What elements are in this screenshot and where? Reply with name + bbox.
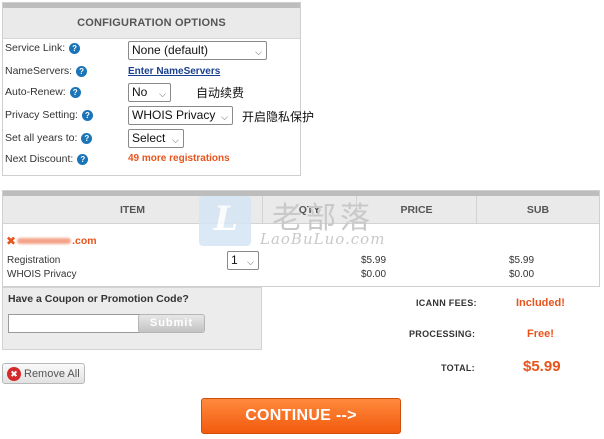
discount-label: Next Discount: xyxy=(5,153,74,165)
privacy-value: WHOIS Privacy xyxy=(132,108,216,122)
chevron-down-icon: ⌵ xyxy=(159,89,166,99)
column-header-price: PRICE xyxy=(357,196,477,224)
discount-value: 49 more registrations xyxy=(128,153,230,164)
watermark-logo: L xyxy=(199,196,251,246)
service-link-value: None (default) xyxy=(132,43,209,57)
auto-renew-value: No xyxy=(132,85,148,99)
auto-renew-select[interactable]: No ⌵ xyxy=(128,83,171,102)
chevron-down-icon: ⌵ xyxy=(221,112,228,122)
help-icon[interactable]: ? xyxy=(69,42,81,54)
nameservers-row: NameServers: ? xyxy=(5,61,88,81)
registration-qty: 1 xyxy=(231,253,238,267)
total-label: TOTAL: xyxy=(441,363,475,373)
blurred-domain xyxy=(17,238,72,244)
row-privacy-price: $0.00 xyxy=(361,269,387,280)
domain-name: ✖ .com xyxy=(6,234,97,248)
row-registration-name: Registration xyxy=(7,255,61,266)
icann-fees-value: Included! xyxy=(516,297,565,309)
auto-renew-row: Auto-Renew: ? xyxy=(5,82,81,102)
coupon-title: Have a Coupon or Promotion Code? xyxy=(8,293,189,305)
nameservers-label: NameServers: xyxy=(5,65,73,77)
years-label: Set all years to: xyxy=(5,132,78,144)
years-value: Select xyxy=(132,131,166,145)
remove-all-label: Remove All xyxy=(24,367,80,380)
total-value: $5.99 xyxy=(523,358,561,375)
submit-button[interactable]: Submit xyxy=(138,314,205,333)
chevron-down-icon: ⌵ xyxy=(172,135,179,145)
coupon-panel: Have a Coupon or Promotion Code? Submit xyxy=(2,287,262,350)
discount-row: Next Discount: ? xyxy=(5,149,89,169)
registration-qty-select[interactable]: 1 ⌵ xyxy=(227,251,259,270)
config-title: CONFIGURATION OPTIONS xyxy=(3,8,300,39)
years-row: Set all years to: ? xyxy=(5,128,93,148)
watermark-glyph: L xyxy=(214,199,238,239)
privacy-label: Privacy Setting: xyxy=(5,109,78,121)
service-link-row: Service Link: ? xyxy=(5,38,81,58)
icann-fees-label: ICANN FEES: xyxy=(416,298,477,308)
chevron-down-icon: ⌵ xyxy=(255,47,262,57)
row-registration-price: $5.99 xyxy=(361,255,387,266)
service-link-label: Service Link: xyxy=(5,42,66,54)
help-icon[interactable]: ? xyxy=(76,65,88,77)
remove-icon: ✖ xyxy=(7,366,21,381)
processing-label: PROCESSING: xyxy=(409,329,476,339)
coupon-input[interactable] xyxy=(8,314,140,333)
enter-nameservers-link[interactable]: Enter NameServers xyxy=(128,66,220,77)
remove-domain-icon[interactable]: ✖ xyxy=(6,234,16,248)
help-icon[interactable]: ? xyxy=(81,132,93,144)
help-icon[interactable]: ? xyxy=(81,109,93,121)
privacy-row: Privacy Setting: ? xyxy=(5,105,93,125)
row-privacy-sub: $0.00 xyxy=(509,269,535,280)
processing-value: Free! xyxy=(527,328,554,340)
auto-renew-label: Auto-Renew: xyxy=(5,86,66,98)
row-registration-sub: $5.99 xyxy=(509,255,535,266)
watermark-en: LaoBuLuo.com xyxy=(260,230,386,248)
privacy-annotation: 开启隐私保护 xyxy=(242,110,315,124)
chevron-down-icon: ⌵ xyxy=(247,257,254,267)
continue-button[interactable]: CONTINUE --> xyxy=(201,398,401,434)
domain-suffix: .com xyxy=(72,235,97,247)
help-icon[interactable]: ? xyxy=(77,153,89,165)
service-link-select[interactable]: None (default) ⌵ xyxy=(128,41,267,60)
column-header-sub: SUB xyxy=(477,196,599,224)
years-select[interactable]: Select ⌵ xyxy=(128,129,184,148)
help-icon[interactable]: ? xyxy=(69,86,81,98)
auto-renew-annotation: 自动续费 xyxy=(196,86,245,100)
privacy-select[interactable]: WHOIS Privacy ⌵ xyxy=(128,106,233,125)
row-privacy-name: WHOIS Privacy xyxy=(7,269,77,280)
remove-all-button[interactable]: ✖ Remove All xyxy=(2,363,85,384)
